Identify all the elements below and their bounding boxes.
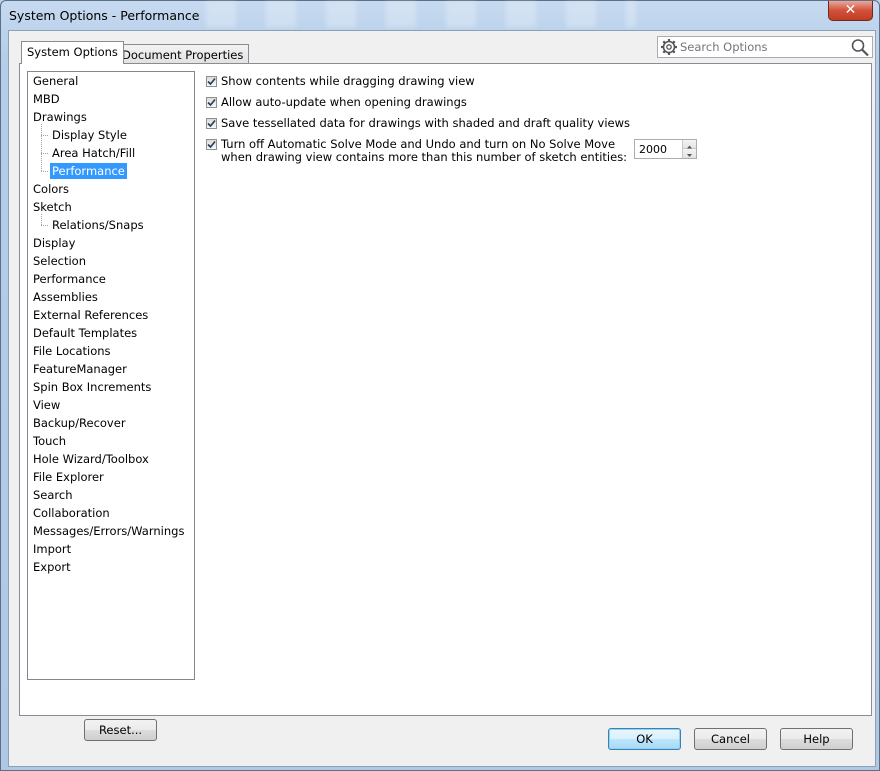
checkmark-icon [207,98,216,107]
tree-item[interactable]: Spin Box Increments [31,379,153,395]
tree-item[interactable]: Default Templates [31,325,139,341]
tree-item[interactable]: External References [31,307,150,323]
checkbox-save-tessellated[interactable] [206,118,217,129]
tree-item[interactable]: Performance [50,163,127,179]
tree-item[interactable]: Messages/Errors/Warnings [31,523,186,539]
tree-item[interactable]: Assemblies [31,289,100,305]
ok-button[interactable]: OK [608,728,681,750]
option-label-line2: when drawing view contains more than thi… [221,150,628,164]
option-label: Show contents while dragging drawing vie… [221,74,475,88]
tree-connector [41,135,48,136]
tab-system-options[interactable]: System Options [21,41,124,64]
tree-item[interactable]: View [31,397,62,413]
tree-item[interactable]: Hole Wizard/Toolbox [31,451,151,467]
tree-item[interactable]: Touch [31,433,68,449]
tree-item[interactable]: Search [31,487,75,503]
close-icon: ✕ [844,2,857,18]
tree-connector [41,171,48,172]
search-options-box[interactable] [657,36,873,58]
dialog-client-area: System Options Document Properties Gener [8,30,876,767]
tree-connector [41,124,42,171]
tree-item[interactable]: Export [31,559,73,575]
search-input[interactable] [680,39,840,55]
tree-item[interactable]: Performance [31,271,108,287]
tree-item[interactable]: File Explorer [31,469,106,485]
reset-button[interactable]: Reset... [84,719,157,741]
spin-up-button[interactable] [682,140,696,149]
spin-down-button[interactable] [682,149,696,158]
tree-connector [41,153,48,154]
tree-item[interactable]: Drawings [31,109,89,125]
option-label: Allow auto-update when opening drawings [221,95,467,109]
option-label: Save tessellated data for drawings with … [221,116,630,130]
checkmark-icon [207,119,216,128]
tree-item[interactable]: Colors [31,181,71,197]
tree-item[interactable]: File Locations [31,343,113,359]
sketch-entities-input[interactable] [639,142,679,156]
tree-item[interactable]: Backup/Recover [31,415,128,431]
tree-item[interactable]: Display [31,235,77,251]
cancel-button[interactable]: Cancel [694,728,767,750]
checkmark-icon [207,77,216,86]
tree-connector [41,225,48,226]
checkbox-allow-auto-update[interactable] [206,97,217,108]
tree-item[interactable]: MBD [31,91,62,107]
system-options-panel: General MBD Drawings Display Style Area Hatc… [19,63,872,741]
help-button[interactable]: Help [780,728,853,750]
tab-document-properties[interactable]: Document Properties [116,44,250,64]
tree-item[interactable]: Relations/Snaps [50,217,146,233]
tree-item[interactable]: Import [31,541,73,557]
window-title: System Options - Performance [9,8,200,23]
checkmark-icon [207,140,216,149]
background-toolbar-blur [176,1,636,27]
tree-connector [41,214,42,225]
options-dialog: System Options - Performance ✕ System Op… [0,0,880,771]
tree-item[interactable]: Area Hatch/Fill [50,145,137,161]
checkbox-show-contents-dragging[interactable] [206,76,217,87]
gear-icon[interactable] [660,38,678,56]
tree-item[interactable]: Sketch [31,199,74,215]
tree-item[interactable]: Display Style [50,127,129,143]
checkbox-turn-off-automatic-solve[interactable] [206,139,217,150]
tree-item[interactable]: FeatureManager [31,361,129,377]
tree-item[interactable]: Selection [31,253,88,269]
tree-item[interactable]: Collaboration [31,505,112,521]
options-tree[interactable]: General MBD Drawings Display Style Area Hatc… [27,71,195,680]
magnifier-icon[interactable] [850,38,870,57]
arrow-down-icon [687,154,692,157]
close-button[interactable]: ✕ [828,1,873,21]
tree-item[interactable]: General [31,73,80,89]
sketch-entities-spinbox[interactable] [634,139,697,159]
